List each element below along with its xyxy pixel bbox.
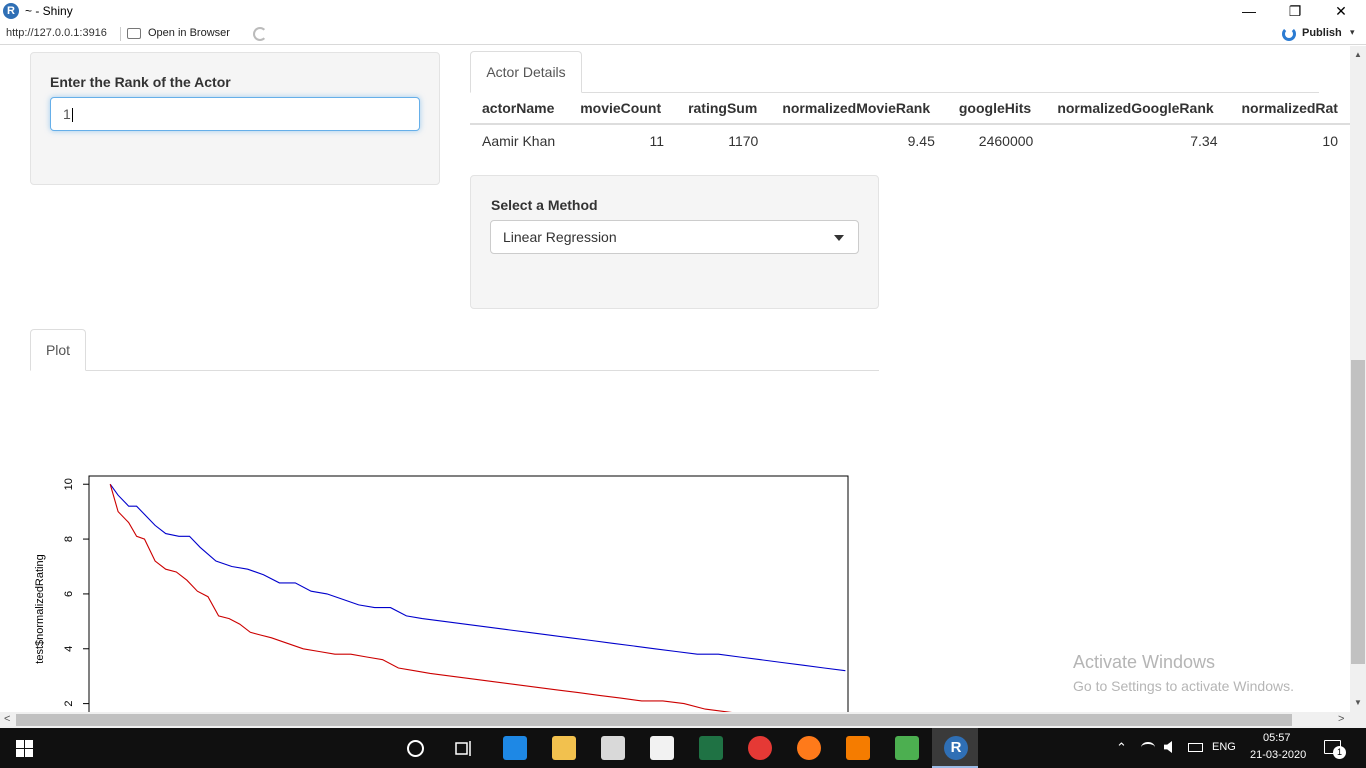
notification-badge: 1 — [1333, 746, 1346, 759]
series-line-blue — [109, 483, 846, 672]
firefox-icon[interactable] — [797, 736, 821, 760]
app-viewport: Enter the Rank of the Actor 1 Actor Deta… — [0, 46, 1350, 712]
column-header: movieCount — [568, 92, 677, 125]
activation-watermark-text: Go to Settings to activate Windows. — [1073, 678, 1294, 694]
publish-button[interactable]: Publish — [1302, 27, 1342, 39]
column-header: normalizedGoogleRank — [1045, 92, 1230, 125]
virtualbox-icon[interactable] — [895, 736, 919, 760]
tab-plot[interactable]: Plot — [30, 329, 86, 371]
activation-watermark-title: Activate Windows — [1073, 652, 1216, 672]
text-cursor — [71, 108, 73, 123]
y-tick-label: 8 — [63, 536, 75, 542]
scroll-up-icon[interactable]: ▲ — [1354, 50, 1362, 59]
scroll-left-icon[interactable]: < — [4, 713, 10, 725]
publish-icon[interactable] — [1282, 27, 1296, 41]
chrome-icon[interactable] — [748, 736, 772, 760]
y-tick-label: 10 — [63, 478, 75, 490]
clock-time[interactable]: 05:57 — [1263, 732, 1291, 744]
horizontal-scrollbar[interactable]: < > — [0, 712, 1350, 728]
excel-icon[interactable] — [699, 736, 723, 760]
table-row: Aamir Khan 11 1170 9.45 2460000 7.34 10 — [470, 124, 1350, 156]
method-label: Select a Method — [491, 197, 598, 213]
table-cell: Aamir Khan — [482, 132, 556, 149]
title-bar: R ~ - Shiny — ❐ ✕ — [0, 0, 1366, 23]
y-tick-label: 6 — [63, 591, 75, 597]
rank-label: Enter the Rank of the Actor — [50, 74, 231, 90]
table-header-row: actorName movieCount ratingSum normalize… — [470, 92, 1350, 125]
table-cell: 2460000 — [978, 132, 1034, 149]
details-tabset: Actor Details — [470, 51, 1319, 93]
rank-input-panel: Enter the Rank of the Actor 1 — [30, 52, 440, 185]
volume-icon[interactable] — [1164, 741, 1172, 753]
column-header: normalizedMovieRank — [770, 92, 947, 125]
column-header: ratingSum — [676, 92, 771, 125]
language-indicator[interactable]: ENG — [1212, 741, 1236, 753]
scroll-right-icon[interactable]: > — [1338, 713, 1344, 725]
y-tick-label: 4 — [63, 646, 75, 652]
rating-line-plot: 2 4 6 8 10 test$normalizedRating — [34, 475, 849, 712]
refresh-icon[interactable] — [253, 27, 267, 41]
publish-dropdown-icon[interactable]: ▾ — [1350, 27, 1355, 38]
r-app-icon: R — [3, 3, 19, 19]
scrollbar-corner — [1350, 712, 1366, 728]
close-button[interactable]: ✕ — [1318, 0, 1364, 22]
url-text[interactable]: http://127.0.0.1:3916 — [6, 27, 107, 39]
method-panel: Select a Method Linear Regression — [470, 175, 879, 309]
table-cell: 7.34 — [1190, 132, 1218, 149]
vertical-scrollbar[interactable]: ▲ ▼ — [1350, 46, 1366, 712]
edge-browser-icon[interactable] — [503, 736, 527, 760]
toolbar-divider — [120, 27, 121, 41]
chevron-up-icon[interactable]: ⌃ — [1116, 740, 1127, 756]
xampp-icon[interactable] — [846, 736, 870, 760]
vertical-scroll-thumb[interactable] — [1351, 360, 1365, 664]
task-view-icon[interactable] — [455, 740, 473, 757]
battery-icon[interactable] — [1188, 743, 1203, 752]
clock-date[interactable]: 21-03-2020 — [1250, 749, 1306, 761]
column-header: googleHits — [946, 92, 1046, 125]
y-tick-label: 2 — [63, 701, 75, 707]
file-explorer-icon[interactable] — [552, 736, 576, 760]
table-cell: 10 — [1322, 132, 1338, 149]
actor-details-table: actorName movieCount ratingSum normalize… — [470, 92, 1350, 156]
window-title: ~ - Shiny — [25, 4, 73, 18]
rstudio-icon[interactable]: R — [944, 736, 968, 760]
table-cell: 11 — [649, 132, 665, 149]
viewer-toolbar: http://127.0.0.1:3916 Open in Browser Pu… — [0, 23, 1366, 45]
horizontal-scroll-thumb[interactable] — [16, 714, 1292, 726]
scroll-down-icon[interactable]: ▼ — [1354, 698, 1362, 707]
plot-tabset: Plot — [30, 329, 879, 371]
rank-input-value: 1 — [63, 106, 71, 122]
column-header: actorName — [470, 92, 569, 125]
table-cell: 1170 — [728, 132, 759, 149]
table-cell: 9.45 — [907, 132, 935, 149]
method-selected-value: Linear Regression — [503, 229, 617, 245]
restore-button[interactable]: ❐ — [1272, 0, 1318, 22]
tab-actor-details[interactable]: Actor Details — [470, 51, 582, 93]
windows-taskbar: R ⌃ ENG 05:57 21-03-2020 1 — [0, 728, 1366, 768]
y-axis-label: test$normalizedRating — [34, 554, 46, 663]
method-select[interactable]: Linear Regression — [490, 220, 859, 254]
column-header: normalizedRat — [1229, 92, 1350, 125]
windows-start-icon[interactable] — [16, 740, 33, 757]
chevron-down-icon[interactable] — [834, 235, 844, 241]
rank-input[interactable]: 1 — [50, 97, 420, 131]
minimize-button[interactable]: — — [1226, 0, 1272, 22]
wifi-icon[interactable] — [1141, 742, 1155, 753]
series-line-red — [109, 484, 733, 712]
open-in-browser-icon[interactable] — [127, 28, 141, 39]
open-in-browser-button[interactable]: Open in Browser — [148, 27, 230, 39]
store-icon[interactable] — [601, 736, 625, 760]
mail-icon[interactable] — [650, 736, 674, 760]
search-icon[interactable] — [407, 740, 424, 757]
